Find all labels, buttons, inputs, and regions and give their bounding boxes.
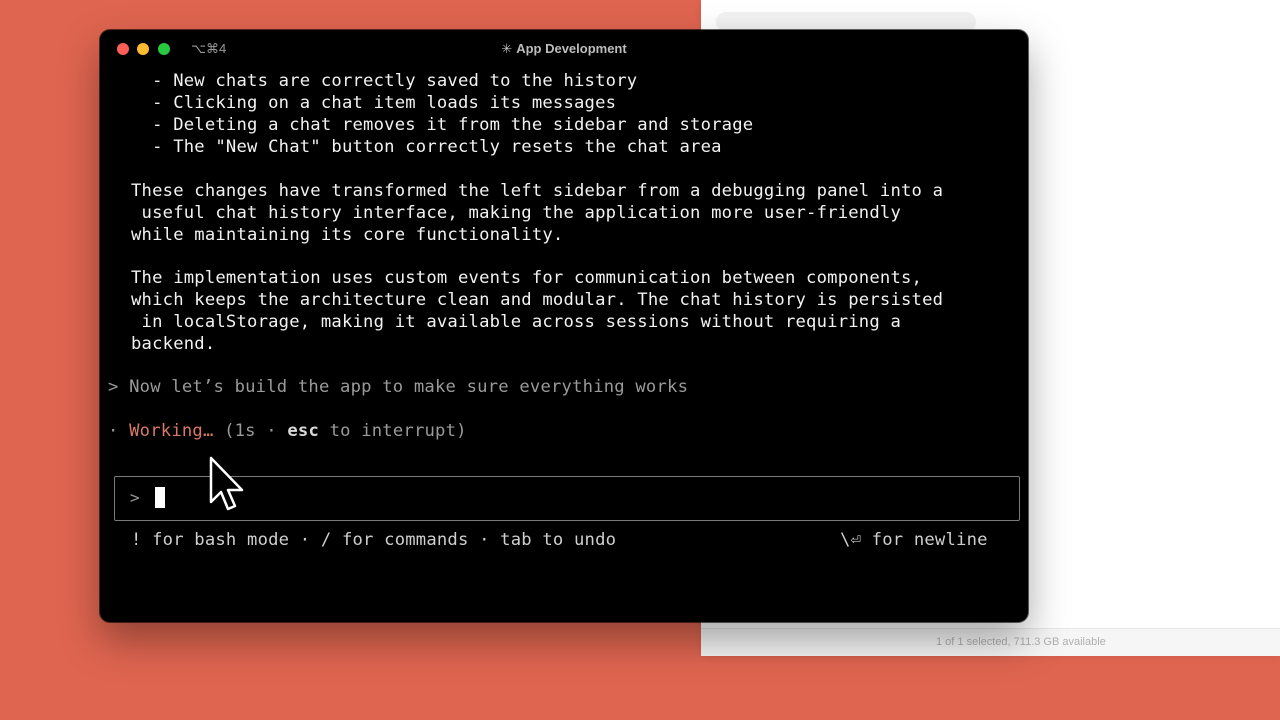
output-line: which keeps the architecture clean and m… xyxy=(131,290,944,310)
terminal-window[interactable]: ⌥⌘4 ✳ App Development - New chats are cor… xyxy=(100,30,1028,622)
finder-search-field[interactable] xyxy=(716,12,976,32)
output-line: - The "New Chat" button correctly resets… xyxy=(131,137,722,157)
finder-status-bar: 1 of 1 selected, 711.3 GB available xyxy=(701,628,1280,656)
output-line: The implementation uses custom events fo… xyxy=(131,268,923,288)
output-line: useful chat history interface, making th… xyxy=(131,203,901,223)
terminal-titlebar[interactable]: ⌥⌘4 ✳ App Development xyxy=(100,30,1028,68)
working-label: Working… xyxy=(129,421,214,441)
window-title-text: App Development xyxy=(516,41,627,56)
output-line: in localStorage, making it available acr… xyxy=(131,312,901,332)
output-line: backend. xyxy=(131,334,216,354)
status-interrupt: to interrupt) xyxy=(319,421,467,441)
prompt-chevron: > xyxy=(130,488,140,507)
hint-left: ! for bash mode · / for commands · tab t… xyxy=(131,530,617,550)
hint-right: \⏎ for newline xyxy=(840,530,988,550)
text-cursor xyxy=(155,487,165,508)
mouse-pointer-icon xyxy=(209,456,244,511)
esc-key-label: esc xyxy=(287,421,320,441)
prompt-input-box[interactable]: > xyxy=(114,476,1020,521)
status-bullet: · xyxy=(108,421,119,441)
spark-icon: ✳ xyxy=(501,41,513,56)
terminal-output: - New chats are correctly saved to the h… xyxy=(131,71,943,371)
output-line: These changes have transformed the left … xyxy=(131,181,944,201)
output-line: - Deleting a chat removes it from the si… xyxy=(131,115,754,135)
window-title: ✳ App Development xyxy=(100,41,1028,57)
output-line: - New chats are correctly saved to the h… xyxy=(131,71,638,91)
output-line: - Clicking on a chat item loads its mess… xyxy=(131,93,617,113)
status-elapsed: (1s · xyxy=(213,421,288,441)
finder-status-text: 1 of 1 selected, 711.3 GB available xyxy=(936,636,1106,648)
output-line: while maintaining its core functionality… xyxy=(131,225,564,245)
working-status: · Working… (1s · esc to interrupt) xyxy=(108,421,467,441)
user-prompt-line: > Now let’s build the app to make sure e… xyxy=(108,377,689,397)
